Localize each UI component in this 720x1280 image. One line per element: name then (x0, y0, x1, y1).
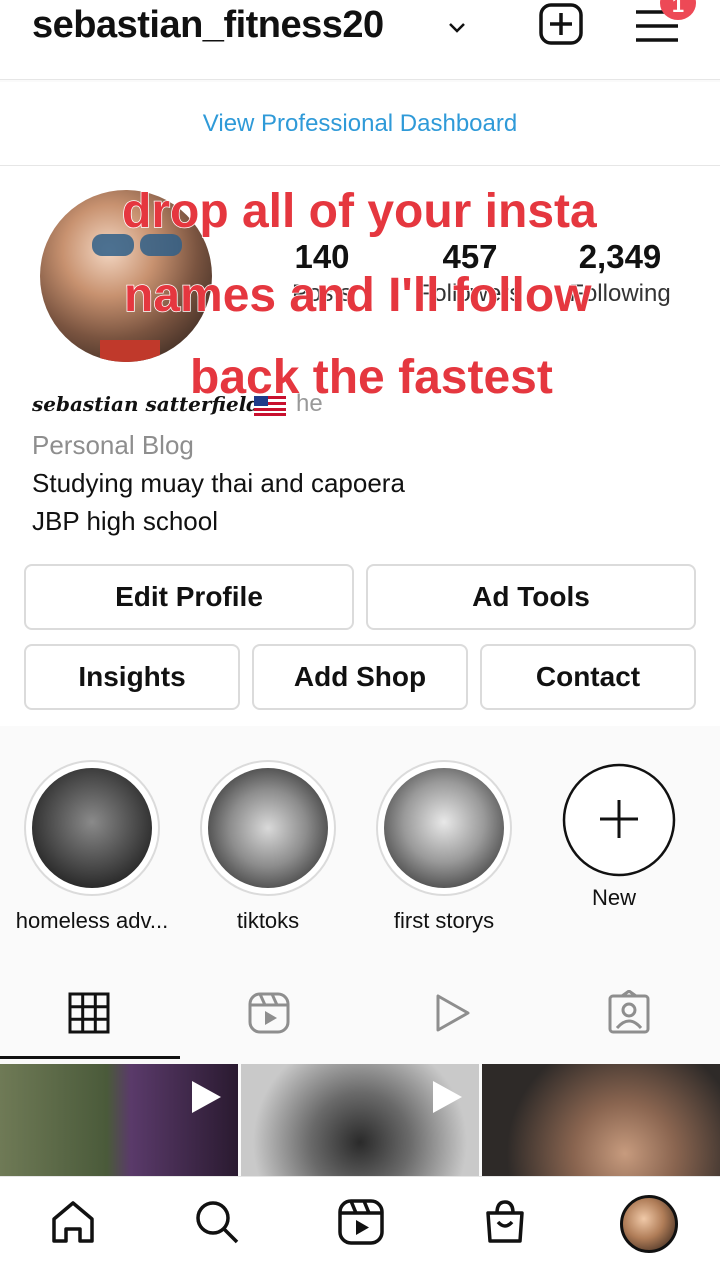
reel-play-icon (433, 1081, 462, 1113)
ad-tools-button[interactable]: Ad Tools (366, 564, 696, 630)
grid-icon[interactable] (66, 990, 112, 1036)
reels-icon[interactable] (246, 990, 292, 1036)
bottom-navigation (0, 1176, 720, 1280)
post-thumbnail[interactable] (0, 1064, 238, 1176)
post-grid (0, 1064, 720, 1176)
highlight-cover (384, 768, 504, 888)
chevron-down-icon[interactable] (446, 18, 468, 36)
add-shop-button[interactable]: Add Shop (252, 644, 468, 710)
profile-category: Personal Blog (32, 430, 194, 460)
contact-button[interactable]: Contact (480, 644, 696, 710)
shop-icon[interactable] (480, 1197, 530, 1247)
highlight-tiktoks[interactable]: tiktoks (200, 760, 336, 934)
profile-full-name: sebastian satterfield (32, 392, 261, 416)
video-play-icon[interactable] (428, 990, 474, 1036)
profile-tabs (0, 962, 720, 1062)
professional-dashboard-bar[interactable]: View Professional Dashboard (0, 82, 720, 166)
profile-avatar-tab[interactable] (620, 1195, 678, 1253)
account-switcher-username[interactable]: sebastian_fitness20 (32, 4, 384, 47)
highlight-label: homeless adv... (15, 908, 169, 933)
edit-profile-button[interactable]: Edit Profile (24, 564, 354, 630)
highlight-label: first storys (393, 908, 495, 933)
highlight-ring (24, 760, 160, 896)
search-icon[interactable] (192, 1197, 242, 1247)
insights-button[interactable]: Insights (24, 644, 240, 710)
profile-pronoun: he (296, 390, 323, 417)
highlight-cover (208, 768, 328, 888)
top-bar: sebastian_fitness20 1 (0, 0, 720, 80)
overlay-caption-line-1: drop all of your insta (121, 185, 597, 238)
bio-line-2: JBP high school (32, 506, 218, 536)
highlight-new[interactable]: New (546, 762, 682, 911)
professional-dashboard-link[interactable]: View Professional Dashboard (203, 110, 517, 138)
reel-play-icon (192, 1081, 221, 1113)
tagged-icon[interactable] (606, 990, 652, 1036)
us-flag-icon (254, 396, 286, 416)
post-thumbnail[interactable] (241, 1064, 479, 1176)
bio-line-1: Studying muay thai and capoera (32, 468, 405, 498)
highlight-cover (32, 768, 152, 888)
highlight-first-storys[interactable]: first storys (376, 760, 512, 934)
home-icon[interactable] (48, 1197, 98, 1247)
active-tab-indicator (0, 1056, 180, 1059)
reels-icon[interactable] (336, 1197, 386, 1247)
highlight-ring (200, 760, 336, 896)
overlay-caption-line-2: names and I'll follow (123, 269, 592, 322)
highlight-homeless-adventures[interactable]: homeless adv... (16, 760, 168, 934)
create-post-icon[interactable] (538, 2, 584, 46)
highlight-label: New (591, 885, 636, 910)
highlight-label: tiktoks (236, 908, 300, 933)
profile-section: 140 Posts 457 Followers 2,349 Following … (0, 166, 720, 726)
plus-circle-icon (562, 763, 676, 877)
post-thumbnail[interactable] (482, 1064, 720, 1176)
highlight-ring (376, 760, 512, 896)
